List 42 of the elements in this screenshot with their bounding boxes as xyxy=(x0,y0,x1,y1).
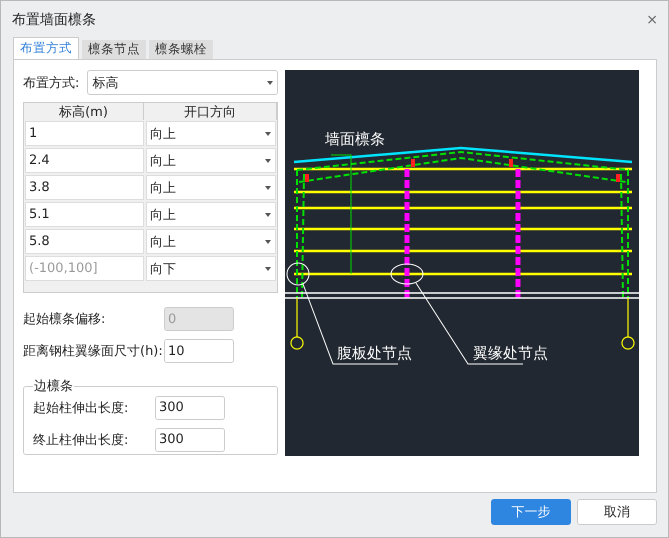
callout-circle xyxy=(390,264,424,284)
caret-icon xyxy=(265,240,271,244)
diagram-label: 翼缘处节点 xyxy=(473,344,548,362)
caret-icon xyxy=(265,132,271,136)
caret-icon xyxy=(265,212,271,216)
field-label: 距离钢柱翼缘面尺寸(h): xyxy=(23,343,163,360)
field-label: 起始檩条偏移: xyxy=(23,311,106,328)
mode-dropdown[interactable]: 标高 xyxy=(87,70,278,95)
field-label: 布置方式: xyxy=(23,74,80,92)
direction-dropdown[interactable]: 向上 xyxy=(146,202,276,227)
direction-dropdown[interactable]: 向上 xyxy=(146,148,276,173)
elevation-input[interactable]: 5.1 xyxy=(25,202,144,227)
caret-icon xyxy=(265,186,271,190)
number-field[interactable]: 300 xyxy=(155,428,225,452)
cancel-button[interactable]: 取消 xyxy=(577,499,657,525)
column-header: 开口方向 xyxy=(144,103,277,120)
number-field[interactable]: 300 xyxy=(155,396,225,420)
column-header: 标高(m) xyxy=(24,103,144,120)
direction-dropdown[interactable]: 向上 xyxy=(146,121,276,146)
elevation-input[interactable]: 1 xyxy=(25,121,144,146)
tab[interactable]: 檩条节点 xyxy=(82,40,146,59)
close-icon[interactable]: × xyxy=(646,12,658,26)
elevation-input[interactable]: 5.8 xyxy=(25,229,144,254)
tab[interactable]: 布置方式 xyxy=(13,37,79,59)
direction-dropdown[interactable]: 向下 xyxy=(146,256,276,281)
field-label: 终止柱伸出长度: xyxy=(33,432,128,448)
next-button[interactable]: 下一步 xyxy=(491,499,571,525)
caret-icon xyxy=(265,158,271,162)
caret-icon xyxy=(265,266,271,270)
group-title: 边檩条 xyxy=(33,378,74,395)
direction-dropdown[interactable]: 向上 xyxy=(146,175,276,200)
diagram-label: 腹板处节点 xyxy=(337,344,412,362)
number-field[interactable]: 10 xyxy=(164,339,234,363)
elevation-input[interactable]: 2.4 xyxy=(25,148,144,173)
diagram-label: 墙面檩条 xyxy=(325,130,385,148)
callout-circle xyxy=(286,262,310,286)
caret-icon xyxy=(267,80,273,84)
elevation-input[interactable]: 3.8 xyxy=(25,175,144,200)
tab[interactable]: 檩条螺栓 xyxy=(149,40,213,59)
window-title: 布置墙面檩条 xyxy=(12,10,96,28)
field-label: 起始柱伸出长度: xyxy=(33,400,128,416)
direction-dropdown[interactable]: 向上 xyxy=(146,229,276,254)
